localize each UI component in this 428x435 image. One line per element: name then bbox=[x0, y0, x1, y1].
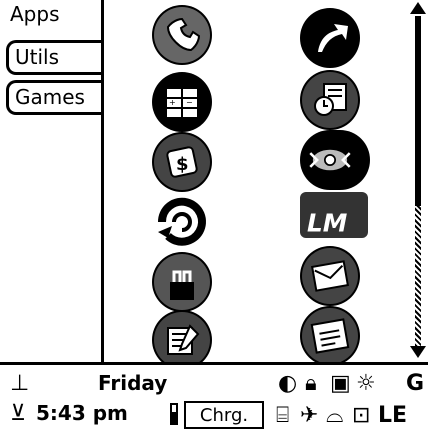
navigation-arrow-icon[interactable] bbox=[300, 8, 360, 68]
alarm-clock-icon[interactable] bbox=[300, 70, 360, 130]
svg-text:+: + bbox=[169, 98, 176, 107]
scroll-thumb[interactable] bbox=[415, 16, 421, 206]
power-icon[interactable]: ◐ bbox=[278, 373, 297, 395]
lock-icon[interactable]: 🔒︎ bbox=[305, 373, 317, 395]
status-bar: ⊥ Friday ◐ 🔒︎ ▣ ☼ G ⊻ 5:43 pm Chrg. ⌸ ✈︎… bbox=[0, 362, 428, 435]
charge-status: Chrg. bbox=[184, 401, 264, 429]
svg-text:LM: LM bbox=[307, 209, 348, 238]
scroll-up-icon[interactable] bbox=[410, 2, 426, 14]
phone-icon[interactable] bbox=[152, 5, 212, 65]
contacts-icon[interactable] bbox=[300, 306, 360, 366]
trash-icon[interactable]: ⌸ bbox=[276, 405, 289, 427]
calculator-icon[interactable]: + − bbox=[152, 72, 212, 132]
svg-text:−: − bbox=[186, 98, 193, 107]
dollar-icon[interactable]: $ bbox=[152, 132, 212, 192]
scroll-down-icon[interactable] bbox=[410, 346, 426, 358]
tools-icon[interactable]: ✈︎ bbox=[300, 405, 318, 427]
brightness-icon[interactable]: ☼ bbox=[356, 373, 376, 395]
notepad-icon[interactable] bbox=[152, 310, 212, 370]
hotsync-icon[interactable] bbox=[152, 252, 212, 312]
mail-icon[interactable] bbox=[300, 246, 360, 306]
p-square-icon[interactable]: ▣ bbox=[330, 373, 351, 395]
tab-games[interactable]: Games bbox=[6, 80, 101, 115]
tab-utils[interactable]: Utils bbox=[6, 40, 101, 75]
day-label: Friday bbox=[98, 371, 168, 395]
screen-icon[interactable]: ⊡ bbox=[352, 405, 370, 427]
download-icon[interactable]: ⊥ bbox=[10, 373, 29, 395]
tab-divider bbox=[101, 0, 104, 362]
tab-apps[interactable]: Apps bbox=[0, 0, 104, 35]
network-icon[interactable] bbox=[300, 130, 370, 190]
battery-icon bbox=[170, 403, 178, 425]
edge-letters-le: LE bbox=[378, 403, 408, 428]
chat-icon[interactable]: ⌓ bbox=[326, 405, 343, 427]
scroll-track[interactable] bbox=[415, 206, 421, 346]
time-label[interactable]: 5:43 pm bbox=[36, 401, 128, 425]
lm-icon[interactable]: LM bbox=[300, 192, 368, 238]
svg-text:$: $ bbox=[176, 154, 189, 175]
edge-letter-g: G bbox=[406, 371, 425, 396]
palm-launcher-screen: Apps Utils Games + − $ LM ⊥ Friday ◐ 🔒︎ … bbox=[0, 0, 428, 435]
scrollbar[interactable] bbox=[410, 2, 426, 358]
tray-icon[interactable]: ⊻ bbox=[10, 403, 26, 425]
sync-icon[interactable] bbox=[152, 192, 212, 252]
